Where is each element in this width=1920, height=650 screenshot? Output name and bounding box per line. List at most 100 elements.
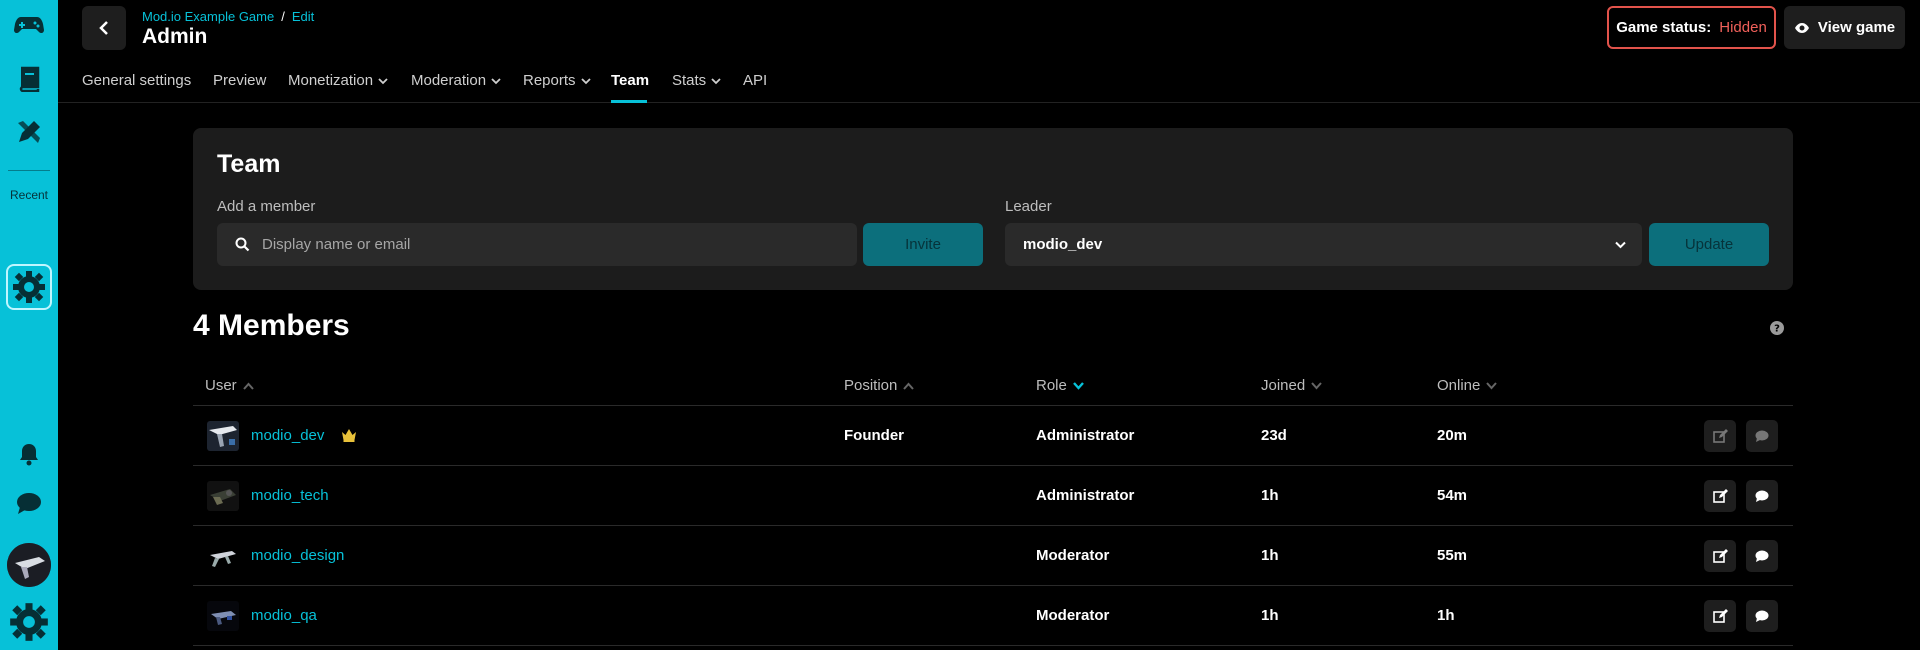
column-user[interactable]: User	[205, 377, 254, 394]
column-position[interactable]: Position	[844, 377, 915, 394]
joined-cell: 1h	[1261, 607, 1279, 624]
chat-bubble-icon	[1755, 610, 1769, 622]
leader-label: Leader	[1005, 198, 1052, 215]
game-status-button[interactable]: Game status: Hidden	[1607, 6, 1776, 49]
tab-reports[interactable]: Reports	[523, 72, 591, 89]
chevron-down-icon	[378, 77, 388, 84]
role-cell: Moderator	[1036, 547, 1110, 564]
main-content: Mod.io Example Game / Edit Admin Game stat…	[58, 0, 1920, 650]
table-row: modio_design Moderator 1h 55m	[193, 526, 1793, 586]
message-member-button[interactable]	[1746, 540, 1778, 572]
update-button[interactable]: Update	[1649, 223, 1769, 266]
edit-member-button[interactable]	[1704, 420, 1736, 452]
chevron-down-icon	[711, 77, 721, 84]
user-avatar	[207, 541, 239, 571]
eye-icon	[1794, 22, 1809, 33]
joined-cell: 1h	[1261, 547, 1279, 564]
recent-game-cog-icon[interactable]	[6, 264, 52, 310]
user-link[interactable]: modio_qa	[251, 607, 317, 624]
sort-down-icon	[1486, 381, 1498, 389]
tab-moderation[interactable]: Moderation	[411, 72, 501, 89]
help-icon[interactable]: ?	[1770, 321, 1784, 335]
user-avatar	[207, 601, 239, 631]
chevron-left-icon	[99, 21, 108, 35]
online-cell: 1h	[1437, 607, 1455, 624]
search-icon	[235, 237, 250, 252]
breadcrumb-separator: /	[281, 9, 285, 24]
book-icon[interactable]	[0, 66, 58, 92]
joined-cell: 23d	[1261, 427, 1287, 444]
tab-stats[interactable]: Stats	[672, 72, 721, 89]
team-title: Team	[217, 150, 281, 178]
view-game-button[interactable]: View game	[1784, 6, 1905, 49]
leader-select[interactable]: modio_dev	[1005, 223, 1642, 266]
edit-icon	[1712, 428, 1728, 443]
admin-tabs: General settings Preview Monetization Mo…	[58, 58, 1920, 103]
settings-cog-icon[interactable]	[0, 602, 58, 642]
add-member-label: Add a member	[217, 198, 316, 215]
online-cell: 54m	[1437, 487, 1468, 504]
chat-bubble-icon	[1755, 550, 1769, 562]
crown-icon	[342, 429, 356, 442]
tab-preview[interactable]: Preview	[213, 72, 266, 89]
table-row: modio_qa Moderator 1h 1h	[193, 586, 1793, 646]
chat-bubble-icon	[1755, 430, 1769, 442]
tab-team[interactable]: Team	[611, 72, 649, 89]
edit-icon	[1712, 488, 1728, 503]
column-online[interactable]: Online	[1437, 377, 1498, 394]
tab-general-settings[interactable]: General settings	[82, 72, 191, 89]
edit-icon	[1712, 548, 1728, 563]
user-link[interactable]: modio_tech	[251, 487, 329, 504]
online-cell: 55m	[1437, 547, 1468, 564]
chat-icon[interactable]	[0, 492, 58, 516]
back-button[interactable]	[82, 6, 126, 50]
edit-member-button[interactable]	[1704, 480, 1736, 512]
member-search-box[interactable]	[217, 223, 857, 266]
chevron-down-icon	[491, 77, 501, 84]
invite-button[interactable]: Invite	[863, 223, 983, 266]
joined-cell: 1h	[1261, 487, 1279, 504]
gamepad-icon[interactable]	[0, 14, 58, 36]
edit-icon	[1712, 608, 1728, 623]
table-row: modio_tech Administrator 1h 54m	[193, 466, 1793, 526]
column-role[interactable]: Role	[1036, 377, 1084, 394]
view-game-label: View game	[1817, 19, 1896, 36]
sort-down-icon	[1311, 381, 1322, 389]
column-joined[interactable]: Joined	[1261, 377, 1322, 394]
breadcrumb-game-link[interactable]: Mod.io Example Game	[142, 9, 274, 24]
sort-down-icon	[1072, 381, 1084, 390]
tab-api[interactable]: API	[743, 72, 767, 89]
recent-label: Recent	[9, 188, 49, 202]
sort-up-icon	[242, 382, 254, 390]
message-member-button[interactable]	[1746, 480, 1778, 512]
member-search-input[interactable]	[262, 236, 842, 253]
breadcrumb-edit-link[interactable]: Edit	[292, 9, 314, 24]
sort-up-icon	[903, 382, 915, 390]
page-header: Mod.io Example Game / Edit Admin Game stat…	[58, 0, 1920, 58]
members-title: 4 Members	[193, 309, 350, 342]
tab-monetization[interactable]: Monetization	[288, 72, 388, 89]
chevron-down-icon	[1615, 241, 1626, 248]
position-cell: Founder	[844, 427, 904, 444]
sidebar: Recent	[0, 0, 58, 650]
user-avatar	[207, 421, 239, 451]
user-avatar[interactable]	[7, 543, 51, 587]
chat-bubble-icon	[1755, 490, 1769, 502]
game-status-label: Game status:	[1616, 19, 1712, 36]
edit-member-button[interactable]	[1704, 600, 1736, 632]
user-link[interactable]: modio_dev	[251, 427, 324, 444]
active-tab-indicator	[611, 100, 647, 103]
bell-icon[interactable]	[0, 442, 58, 466]
game-status-value: Hidden	[1719, 19, 1767, 36]
user-link[interactable]: modio_design	[251, 547, 344, 564]
design-tools-icon[interactable]	[0, 118, 58, 146]
sidebar-divider	[8, 170, 50, 171]
edit-member-button[interactable]	[1704, 540, 1736, 572]
breadcrumb: Mod.io Example Game / Edit	[142, 9, 314, 24]
message-member-button[interactable]	[1746, 600, 1778, 632]
svg-text:?: ?	[1774, 324, 1780, 335]
table-row: modio_dev Founder Administrator 23d 20m	[193, 406, 1793, 466]
message-member-button[interactable]	[1746, 420, 1778, 452]
chevron-down-icon	[580, 77, 591, 84]
user-avatar	[207, 481, 239, 511]
